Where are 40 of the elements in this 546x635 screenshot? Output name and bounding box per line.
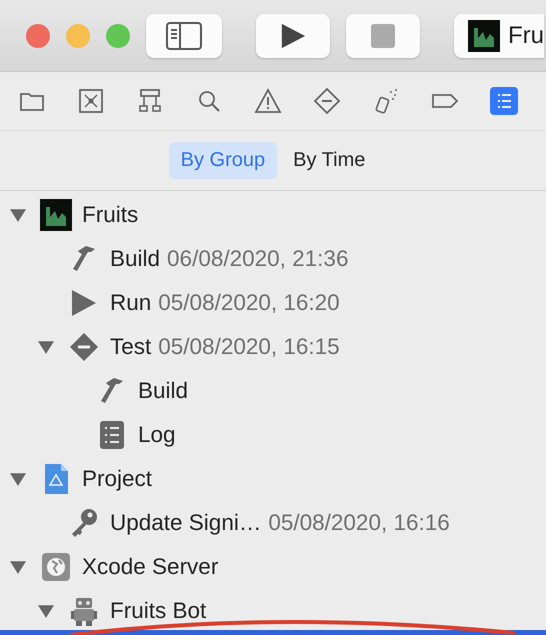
sidebar-toggle-button[interactable] (146, 14, 222, 58)
scheme-selector[interactable]: Fru (454, 14, 544, 58)
item-label[interactable]: Run (110, 290, 152, 316)
run-button[interactable] (256, 14, 330, 58)
item-label[interactable]: Build (138, 378, 188, 404)
navigator-tab[interactable] (254, 87, 282, 115)
item-date: 06/08/2020, 21:36 (167, 246, 348, 272)
item-label[interactable]: Fruits (82, 202, 138, 228)
navigator-tab[interactable] (77, 87, 105, 115)
item-label[interactable]: Project (82, 466, 152, 492)
chart-app-icon (468, 20, 500, 52)
robot-icon (68, 595, 100, 627)
hierarchy-icon (136, 87, 164, 115)
diamond-minus-icon (68, 331, 100, 363)
item-date: 05/08/2020, 16:15 (158, 334, 340, 360)
collapse-triangle-icon[interactable] (10, 471, 26, 487)
item-date: 05/08/2020, 16:16 (268, 510, 450, 536)
globe-icon (40, 551, 72, 583)
navigator-tab[interactable] (490, 87, 518, 115)
warning-icon (254, 87, 282, 115)
item-label[interactable]: Build (110, 246, 160, 272)
collapse-triangle-icon[interactable] (38, 339, 54, 355)
stop-icon (371, 24, 395, 48)
navigator-tab[interactable] (313, 87, 341, 115)
sidebar-icon (166, 22, 202, 50)
filter-tab[interactable]: By Time (281, 142, 378, 179)
collapse-triangle-icon[interactable] (38, 603, 54, 619)
collapse-triangle-icon[interactable] (10, 559, 26, 575)
item-label[interactable]: Update Signi… (110, 510, 262, 536)
item-date: 05/08/2020, 16:20 (158, 290, 340, 316)
play-icon (280, 22, 306, 48)
item-label[interactable]: Fruits Bot (110, 598, 206, 624)
diamond-minus-icon (313, 87, 341, 115)
item-label[interactable]: Xcode Server (82, 554, 218, 580)
crossed-square-icon (77, 87, 105, 115)
item-label[interactable]: Log (138, 422, 176, 448)
item-label[interactable]: Test (110, 334, 152, 360)
navigator-tab[interactable] (136, 87, 164, 115)
collapse-triangle-icon[interactable] (10, 207, 26, 223)
chart-app-icon (40, 199, 72, 231)
